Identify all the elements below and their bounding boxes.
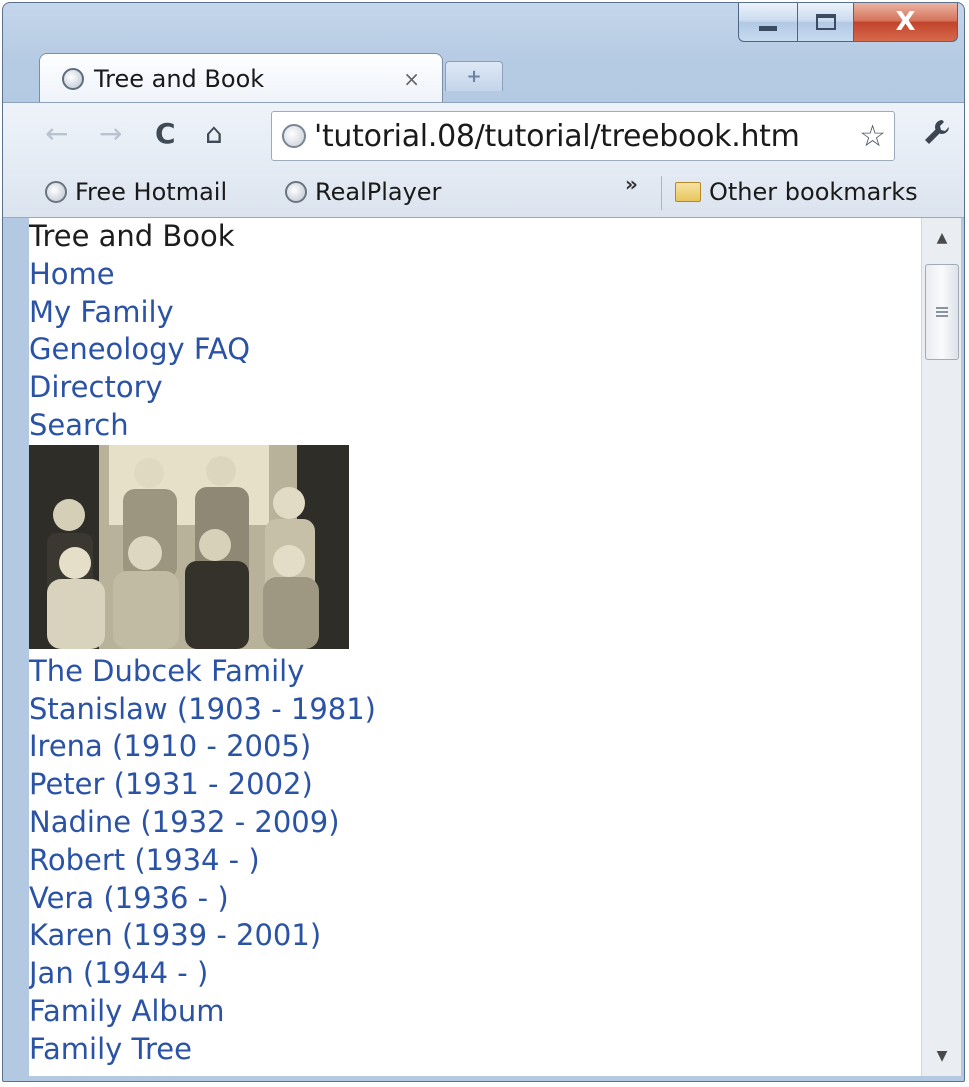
globe-icon [282, 124, 306, 148]
nav-link-search[interactable]: Search [29, 407, 921, 445]
family-photo [29, 444, 349, 649]
new-tab-button[interactable]: + [445, 61, 503, 91]
tab-tree-and-book[interactable]: Tree and Book × [39, 53, 443, 103]
page-content: Tree and Book Home My Family Geneology F… [29, 218, 921, 1076]
close-icon: X [895, 6, 916, 37]
tab-close-icon[interactable]: × [403, 67, 420, 91]
family-link[interactable]: Jan (1944 - ) [29, 955, 921, 993]
bookmark-label: RealPlayer [315, 178, 442, 206]
family-link[interactable]: Nadine (1932 - 2009) [29, 804, 921, 842]
family-tree-link[interactable]: Family Tree [29, 1031, 921, 1069]
browser-window: X Tree and Book × + ← → C ⌂ 'tutorial.08… [2, 2, 965, 1082]
wrench-icon[interactable] [922, 117, 952, 155]
family-link[interactable]: Vera (1936 - ) [29, 880, 921, 918]
plus-icon: + [466, 66, 482, 87]
maximize-button[interactable] [798, 3, 854, 42]
grip-icon [936, 307, 948, 317]
toolbar: ← → C ⌂ 'tutorial.08/tutorial/treebook.h… [3, 102, 964, 168]
other-bookmarks-label: Other bookmarks [709, 178, 918, 206]
reload-button[interactable]: C [155, 117, 176, 150]
star-icon[interactable]: ☆ [859, 119, 886, 154]
family-link[interactable]: Karen (1939 - 2001) [29, 917, 921, 955]
bookmark-label: Free Hotmail [75, 178, 228, 206]
caption-buttons: X [738, 3, 958, 44]
globe-icon [285, 181, 307, 203]
family-album-link[interactable]: Family Album [29, 993, 921, 1031]
bookmarks-separator [661, 176, 662, 210]
nav-link-my-family[interactable]: My Family [29, 294, 921, 332]
family-link[interactable]: Stanislaw (1903 - 1981) [29, 691, 921, 729]
scroll-down-arrow-icon[interactable]: ▼ [922, 1036, 962, 1076]
family-link[interactable]: The Dubcek Family [29, 653, 921, 691]
close-window-button[interactable]: X [854, 3, 958, 42]
nav-link-directory[interactable]: Directory [29, 369, 921, 407]
forward-button[interactable]: → [99, 117, 122, 150]
family-link[interactable]: Irena (1910 - 2005) [29, 728, 921, 766]
family-link[interactable]: Robert (1934 - ) [29, 842, 921, 880]
nav-link-home[interactable]: Home [29, 256, 921, 294]
globe-icon [45, 181, 67, 203]
vertical-scrollbar[interactable]: ▲ ▼ [921, 218, 961, 1076]
minimize-button[interactable] [738, 3, 798, 42]
family-link[interactable]: Peter (1931 - 2002) [29, 766, 921, 804]
minimize-icon [759, 26, 777, 31]
bookmarks-overflow-chevron-icon[interactable]: » [625, 172, 638, 196]
address-bar[interactable]: 'tutorial.08/tutorial/treebook.htm ☆ [271, 111, 895, 161]
maximize-icon [815, 13, 836, 30]
back-button[interactable]: ← [45, 117, 68, 150]
scroll-up-arrow-icon[interactable]: ▲ [922, 218, 962, 258]
bookmark-realplayer[interactable]: RealPlayer [285, 178, 441, 206]
bookmarks-bar: Free Hotmail RealPlayer » Other bookmark… [3, 168, 964, 218]
other-bookmarks-button[interactable]: Other bookmarks [675, 178, 918, 206]
url-text[interactable]: 'tutorial.08/tutorial/treebook.htm [314, 119, 851, 154]
bookmark-free-hotmail[interactable]: Free Hotmail [45, 178, 227, 206]
scrollbar-thumb[interactable] [925, 264, 959, 360]
tab-title: Tree and Book [94, 64, 265, 93]
nav-link-geneology-faq[interactable]: Geneology FAQ [29, 331, 921, 369]
page-title: Tree and Book [29, 219, 235, 253]
folder-icon [675, 182, 701, 202]
globe-icon [62, 67, 84, 90]
home-button[interactable]: ⌂ [205, 117, 223, 150]
